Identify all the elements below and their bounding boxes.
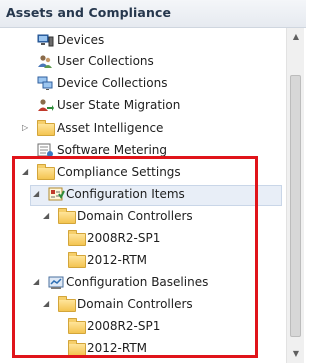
tree-item-label: Devices [57,33,105,47]
user-state-migration-icon [37,98,54,113]
expand-arrow-icon[interactable]: ▷ [22,124,30,132]
tree-item-label: Domain Controllers [77,209,193,223]
tree-item-domain-controllers[interactable]: ◢ Domain Controllers [0,295,286,315]
tree-item-asset-intelligence[interactable]: ▷ Asset Intelligence [0,119,286,139]
tree-item-user-collections[interactable]: User Collections [0,52,286,72]
tree-item-devices[interactable]: Devices [0,31,286,51]
tree-item-configuration-items[interactable]: ◢ Configuration Items [0,185,286,206]
folder-icon [58,296,76,312]
tree-item-device-collections[interactable]: Device Collections [0,74,286,94]
tree-item-label: Domain Controllers [77,297,193,311]
device-collections-icon [37,76,54,91]
tree-item-compliance-settings[interactable]: ◢ Compliance Settings [0,163,286,183]
folder-icon [68,340,86,356]
tree-item-label: 2008R2-SP1 [87,319,161,333]
tree-item-2008r2-sp1[interactable]: 2008R2-SP1 [0,229,286,249]
collapse-arrow-icon[interactable]: ◢ [33,190,41,198]
collapse-arrow-icon[interactable]: ◢ [22,168,30,176]
devices-icon [37,33,54,48]
tree-item-label: 2012-RTM [87,253,148,267]
folder-icon [37,164,55,180]
tree-item-2008r2-sp1[interactable]: 2008R2-SP1 [0,317,286,337]
tree-item-2012-rtm[interactable]: 2012-RTM [0,251,286,271]
collapse-arrow-icon[interactable]: ◢ [33,278,41,286]
collapse-arrow-icon[interactable]: ◢ [43,300,51,308]
navigation-tree[interactable]: Devices User Collections Device Collecti… [0,28,286,363]
scroll-up-arrow-icon[interactable]: ▲ [291,32,301,42]
scroll-down-arrow-icon[interactable]: ▼ [291,349,301,359]
tree-item-label: Configuration Items [66,187,185,201]
tree-item-label: Configuration Baselines [66,275,209,289]
tree-item-label: Software Metering [57,143,168,157]
tree-item-configuration-baselines[interactable]: ◢ Configuration Baselines [0,273,286,293]
scrollbar-thumb[interactable] [290,75,301,337]
tree-item-software-metering[interactable]: Software Metering [0,141,286,161]
tree-item-label: User Collections [57,54,154,68]
tree-item-user-state-migration[interactable]: User State Migration [0,96,286,116]
section-title: Assets and Compliance [6,5,172,20]
folder-icon [37,120,55,136]
collapse-arrow-icon[interactable]: ◢ [43,212,51,220]
vertical-scrollbar[interactable]: ▲ ▼ [286,28,304,363]
folder-icon [58,208,76,224]
tree-item-2012-rtm[interactable]: 2012-RTM [0,339,286,359]
software-metering-icon [37,143,54,158]
tree-item-domain-controllers[interactable]: ◢ Domain Controllers [0,207,286,227]
folder-icon [68,318,86,334]
tree-item-label: 2012-RTM [87,341,148,355]
tree-item-label: User State Migration [57,98,181,112]
tree-item-label: Device Collections [57,76,168,90]
configuration-items-icon [48,187,65,202]
tree-item-label: Compliance Settings [57,165,181,179]
folder-icon [68,252,86,268]
tree-item-label: Asset Intelligence [57,121,164,135]
folder-icon [68,230,86,246]
configuration-baselines-icon [48,275,65,290]
section-header[interactable]: Assets and Compliance [0,0,306,28]
tree-item-label: 2008R2-SP1 [87,231,161,245]
user-collections-icon [37,54,54,69]
